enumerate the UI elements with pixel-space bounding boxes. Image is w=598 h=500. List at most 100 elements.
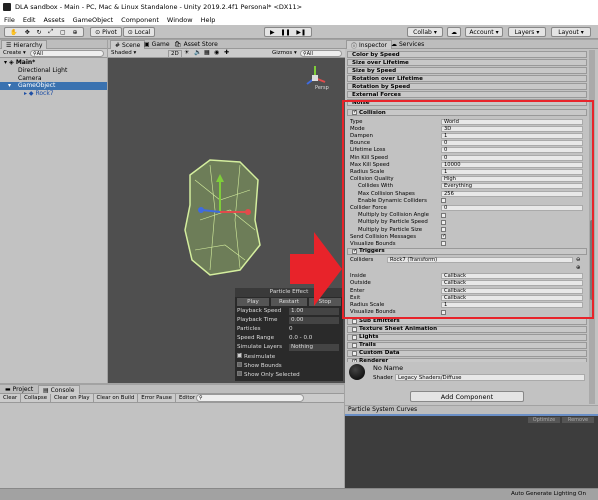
playback-time-field[interactable]: 0.00 xyxy=(289,317,339,324)
module-header[interactable]: Custom Data xyxy=(347,349,587,357)
create-label: Create xyxy=(3,50,22,56)
transform-tools[interactable]: ✋ ✥ ↻ ⤢ ▢ ⊕ xyxy=(4,27,84,37)
hierarchy-item[interactable]: ▸ ◆ Rock7 xyxy=(24,90,54,97)
transform-tool-icon[interactable]: ⊕ xyxy=(73,29,78,36)
local-button[interactable]: ⊙ Local xyxy=(123,27,155,37)
clear-on-play-button[interactable]: Clear on Play xyxy=(51,394,94,402)
play-icon[interactable]: ▶ xyxy=(270,29,275,36)
menu-window[interactable]: Window xyxy=(167,16,193,24)
rect-tool-icon[interactable]: ▢ xyxy=(60,29,66,36)
playback-speed-field[interactable]: 1.00 xyxy=(289,308,339,315)
show-only-selected-checkbox[interactable]: Show Only Selected xyxy=(237,371,300,378)
material-name: No Name xyxy=(373,364,404,372)
hierarchy-toolbar: Create ▾ ⚲All xyxy=(0,49,107,58)
annotation-arrow-icon xyxy=(290,232,342,306)
show-only-selected-label: Show Only Selected xyxy=(244,372,300,378)
collab-button[interactable]: Collab ▾ xyxy=(407,27,443,37)
module-header[interactable]: External Forces xyxy=(347,91,587,98)
persp-label[interactable]: Persp xyxy=(315,85,329,91)
unity-logo-icon xyxy=(3,3,11,11)
console-search-input[interactable]: ⚲ xyxy=(196,394,304,402)
module-checkbox[interactable] xyxy=(352,350,357,356)
hand-tool-icon[interactable]: ✋ xyxy=(10,29,17,36)
tab-hierarchy[interactable]: ☰ Hierarchy xyxy=(1,40,48,49)
menu-assets[interactable]: Assets xyxy=(43,16,64,24)
tab-project[interactable]: ▬ Project xyxy=(1,385,37,394)
lighting-icon[interactable]: ☀ xyxy=(184,49,189,56)
show-bounds-checkbox[interactable]: Show Bounds xyxy=(237,362,282,369)
orientation-gizmo[interactable]: Persp xyxy=(301,64,329,94)
module-header[interactable]: Texture Sheet Animation xyxy=(347,325,587,333)
title-bar: DLA sandbox - Main - PC, Mac & Linux Sta… xyxy=(0,0,598,14)
module-header[interactable]: Color by Speed xyxy=(347,51,587,58)
menu-help[interactable]: Help xyxy=(201,16,216,24)
clear-on-build-button[interactable]: Clear on Build xyxy=(94,394,139,402)
remove-button[interactable]: Remove xyxy=(562,417,594,423)
simulate-layers-dropdown[interactable]: Nothing xyxy=(289,344,339,351)
layers-button[interactable]: Layers ▾ xyxy=(508,27,546,37)
hidden-objects-icon[interactable]: ◉ xyxy=(214,49,219,56)
module-label: Size by Speed xyxy=(352,67,397,74)
module-header[interactable]: Lights xyxy=(347,333,587,341)
tab-asset-store[interactable]: 🛍 Asset Store xyxy=(170,40,222,49)
rock-mesh[interactable] xyxy=(170,150,270,280)
create-button[interactable]: Create ▾ xyxy=(3,50,26,56)
step-icon[interactable]: ▶❚ xyxy=(296,29,306,36)
particle-play-button[interactable]: Play xyxy=(237,298,269,306)
resimulate-checkbox[interactable]: Resimulate xyxy=(237,353,275,360)
layout-button[interactable]: Layout ▾ xyxy=(551,27,591,37)
hierarchy-search-input[interactable]: ⚲All xyxy=(30,50,104,57)
move-tool-icon[interactable]: ✥ xyxy=(25,29,30,36)
module-header[interactable]: Size over Lifetime xyxy=(347,59,587,66)
pause-icon[interactable]: ❚❚ xyxy=(280,29,290,36)
effects-icon[interactable]: ▦ xyxy=(204,49,210,56)
store-icon: 🛍 xyxy=(174,41,182,48)
clear-button[interactable]: Clear xyxy=(0,394,22,402)
pivot-button[interactable]: ⊙ Pivot xyxy=(90,27,122,37)
tab-game[interactable]: ▣ Game xyxy=(140,40,174,49)
module-header[interactable]: Trails xyxy=(347,341,587,349)
tab-inspector[interactable]: ⓘ Inspector xyxy=(346,40,393,50)
module-header[interactable]: Rotation by Speed xyxy=(347,83,587,90)
tab-services[interactable]: ☁ Services xyxy=(387,40,428,49)
menu-gameobject[interactable]: GameObject xyxy=(73,16,114,24)
lighting-status: Auto Generate Lighting On xyxy=(510,491,586,497)
console-tabs: ▬ Project ▤ Console xyxy=(0,385,344,394)
gizmos-dropdown[interactable]: Gizmos ▾ xyxy=(272,50,297,56)
module-checkbox[interactable] xyxy=(352,334,357,340)
module-checkbox[interactable] xyxy=(352,318,357,324)
hierarchy-item[interactable]: Directional Light xyxy=(18,67,67,74)
shading-mode-dropdown[interactable]: Shaded ▾ xyxy=(111,50,136,56)
hierarchy-item-selected[interactable]: ▾ GameObject xyxy=(0,82,107,90)
module-label: Sub Emitters xyxy=(359,318,400,325)
audio-icon[interactable]: 🔈 xyxy=(194,49,201,56)
scene-search-input[interactable]: ⚲All xyxy=(300,50,342,57)
particle-row-label: Particles xyxy=(237,326,261,332)
optimize-button[interactable]: Optimize xyxy=(528,417,560,423)
collapse-button[interactable]: Collapse xyxy=(21,394,52,402)
tab-services-label: Services xyxy=(399,41,425,48)
play-controls[interactable]: ▶ ❚❚ ▶❚ xyxy=(264,27,312,37)
hierarchy-item[interactable]: Camera xyxy=(18,75,42,82)
account-label: Account xyxy=(469,28,494,36)
cloud-button[interactable]: ☁ xyxy=(447,27,461,37)
account-button[interactable]: Account ▾ xyxy=(465,27,503,37)
scene-root[interactable]: ▾ ◈ Main* xyxy=(4,59,35,66)
shader-dropdown[interactable]: Legacy Shaders/Diffuse xyxy=(395,374,585,381)
module-header[interactable]: Size by Speed xyxy=(347,67,587,74)
scale-tool-icon[interactable]: ⤢ xyxy=(48,28,53,36)
tab-console[interactable]: ▤ Console xyxy=(38,385,80,394)
rotate-tool-icon[interactable]: ↻ xyxy=(37,29,42,36)
2d-toggle[interactable]: 2D xyxy=(168,50,182,58)
module-header[interactable]: Rotation over Lifetime xyxy=(347,75,587,82)
module-checkbox[interactable] xyxy=(352,342,357,348)
add-component-button[interactable]: Add Component xyxy=(410,391,524,402)
menu-edit[interactable]: Edit xyxy=(23,16,36,24)
menu-component[interactable]: Component xyxy=(121,16,159,24)
search-icon: ⚲ xyxy=(199,395,203,401)
scene-tabs: # Scene ▣ Game 🛍 Asset Store xyxy=(108,40,345,49)
camera-settings-icon[interactable]: ✚ xyxy=(224,49,229,56)
error-pause-button[interactable]: Error Pause xyxy=(138,394,177,402)
menu-file[interactable]: File xyxy=(4,16,15,24)
module-checkbox[interactable] xyxy=(352,326,357,332)
